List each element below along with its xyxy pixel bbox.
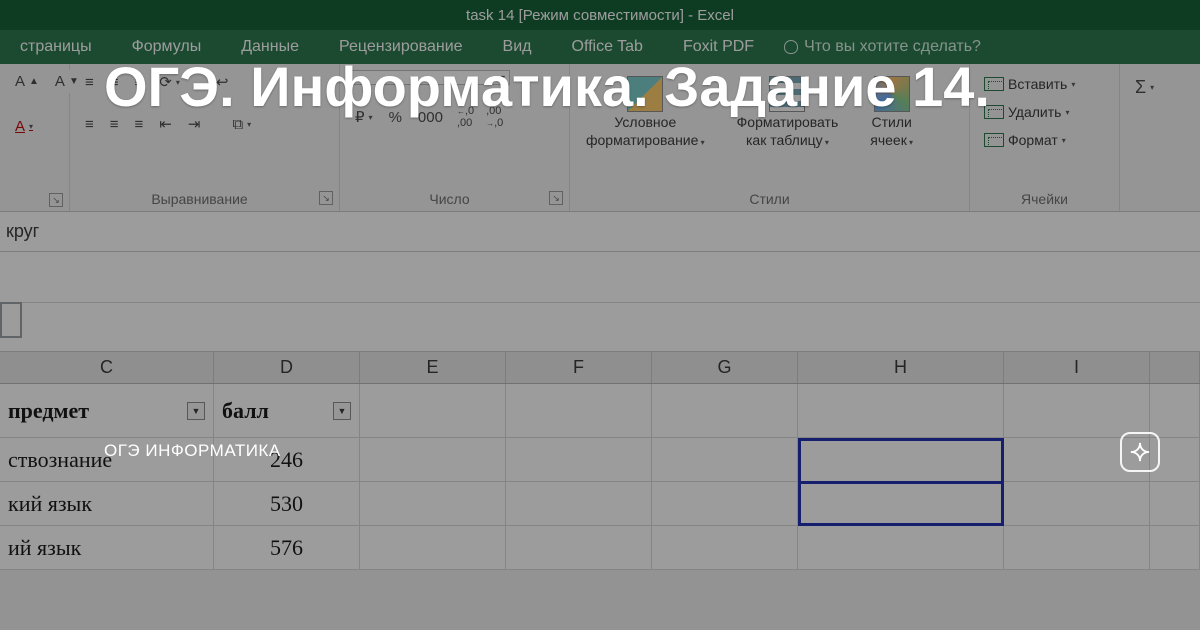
col-header-end (1150, 352, 1200, 383)
delete-cells-button[interactable]: Удалить▾ (980, 102, 1109, 122)
filter-dropdown-button[interactable]: ▼ (333, 402, 351, 420)
cell[interactable] (360, 384, 506, 437)
table-row[interactable]: кий язык 530 (0, 482, 1200, 526)
window-title: task 14 [Режим совместимости] - Excel (466, 7, 734, 24)
formula-bar-text: круг (6, 221, 39, 242)
cell[interactable] (1150, 526, 1200, 569)
cell[interactable]: ий язык (0, 526, 214, 569)
col-header-c[interactable]: C (0, 352, 214, 383)
table-row[interactable]: предмет ▼ балл ▼ (0, 384, 1200, 438)
cell[interactable] (506, 438, 652, 481)
font-group-label: ↘ (10, 193, 59, 211)
cell[interactable]: предмет ▼ (0, 384, 214, 437)
cell[interactable] (798, 384, 1004, 437)
font-color-button[interactable]: A ▾ (10, 115, 38, 138)
cell[interactable] (360, 438, 506, 481)
cell[interactable] (360, 482, 506, 525)
cell[interactable] (1004, 482, 1150, 525)
cell[interactable] (652, 526, 798, 569)
align-left-button[interactable]: ≡ (80, 113, 99, 136)
cell[interactable] (1004, 384, 1150, 437)
col-header-g[interactable]: G (652, 352, 798, 383)
ribbon-group-editing-partial: Σ▾ (1120, 64, 1180, 211)
number-group-label: Число ↘ (350, 191, 559, 211)
article-subtitle: ОГЭ ИНФОРМАТИКА (104, 441, 281, 461)
cells-group-label: Ячейки (980, 191, 1109, 211)
cell[interactable] (652, 438, 798, 481)
ribbon-group-font-partial: A▲ A▼ A ▾ ↘ (0, 64, 70, 211)
lightbulb-icon (784, 40, 798, 54)
cell[interactable] (506, 384, 652, 437)
cell[interactable] (652, 384, 798, 437)
dialog-launcher-icon[interactable]: ↘ (49, 193, 63, 207)
cell[interactable]: кий язык (0, 482, 214, 525)
cell[interactable] (1004, 526, 1150, 569)
styles-group-label: Стили (580, 191, 959, 211)
cell[interactable]: 530 (214, 482, 360, 525)
worksheet-rows-gap (0, 252, 1200, 352)
column-headers: C D E F G H I (0, 352, 1200, 384)
col-header-i[interactable]: I (1004, 352, 1150, 383)
align-top-button[interactable]: ≡ (80, 71, 99, 94)
dialog-launcher-icon[interactable]: ↘ (549, 191, 563, 205)
cell[interactable] (360, 526, 506, 569)
col-header-f[interactable]: F (506, 352, 652, 383)
format-cells-button[interactable]: Формат▾ (980, 130, 1109, 150)
format-cells-icon (984, 133, 1004, 147)
ribbon-group-cells: Вставить▾ Удалить▾ Формат▾ Ячейки (970, 64, 1120, 211)
cell[interactable] (506, 526, 652, 569)
insert-cells-button[interactable]: Вставить▾ (980, 74, 1109, 94)
filter-dropdown-button[interactable]: ▼ (187, 402, 205, 420)
cell[interactable] (1150, 482, 1200, 525)
cell[interactable] (798, 526, 1004, 569)
cell[interactable]: 576 (214, 526, 360, 569)
dialog-launcher-icon[interactable]: ↘ (319, 191, 333, 205)
cell[interactable] (798, 438, 1004, 481)
formula-bar[interactable]: круг (0, 212, 1200, 252)
col-header-d[interactable]: D (214, 352, 360, 383)
increase-font-button[interactable]: A▲ (10, 70, 44, 93)
worksheet-grid[interactable]: предмет ▼ балл ▼ ствознание 246 кий язык… (0, 384, 1200, 570)
row-selector-partial[interactable] (0, 302, 22, 338)
cell[interactable] (798, 482, 1004, 525)
autosum-button[interactable]: Σ▾ (1130, 74, 1159, 101)
col-header-e[interactable]: E (360, 352, 506, 383)
cell[interactable] (1150, 384, 1200, 437)
tab-page-layout[interactable]: страницы (0, 30, 112, 64)
cell[interactable]: балл ▼ (214, 384, 360, 437)
cell[interactable] (652, 482, 798, 525)
article-title: ОГЭ. Информатика. Задание 14. (104, 54, 990, 120)
zen-badge-icon (1120, 432, 1160, 472)
col-header-h[interactable]: H (798, 352, 1004, 383)
title-bar: task 14 [Режим совместимости] - Excel (0, 0, 1200, 30)
table-row[interactable]: ий язык 576 (0, 526, 1200, 570)
alignment-group-label: Выравнивание ↘ (80, 191, 329, 211)
cell[interactable] (506, 482, 652, 525)
